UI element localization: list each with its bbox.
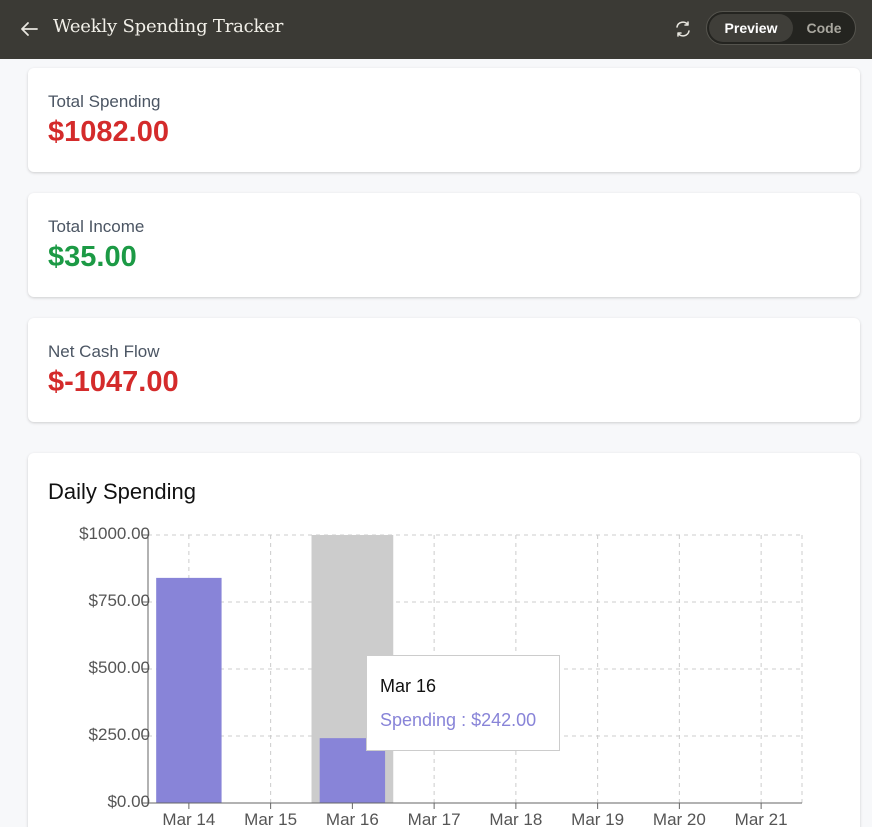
tooltip-date: Mar 16 [380, 676, 437, 696]
x-tick-label: Mar 14 [162, 810, 216, 827]
y-tick-label: $0.00 [107, 792, 150, 811]
y-tick-label: $500.00 [88, 658, 150, 677]
x-tick-label: Mar 18 [489, 810, 543, 827]
tooltip-value: Spending : $242.00 [380, 710, 537, 730]
x-tick-label: Mar 17 [407, 810, 461, 827]
x-tick-label: Mar 15 [244, 810, 298, 827]
bar-mar-14 [156, 577, 222, 803]
x-tick-label: Mar 21 [734, 810, 788, 827]
x-tick-label: Mar 20 [652, 810, 706, 827]
x-tick-label: Mar 16 [325, 810, 379, 827]
x-tick-label: Mar 19 [571, 810, 625, 827]
y-tick-label: $250.00 [88, 725, 150, 744]
y-tick-label: $1000.00 [79, 524, 150, 543]
y-tick-label: $750.00 [88, 591, 150, 610]
chart-tooltip: Mar 16 Spending : $242.00 [366, 655, 560, 751]
